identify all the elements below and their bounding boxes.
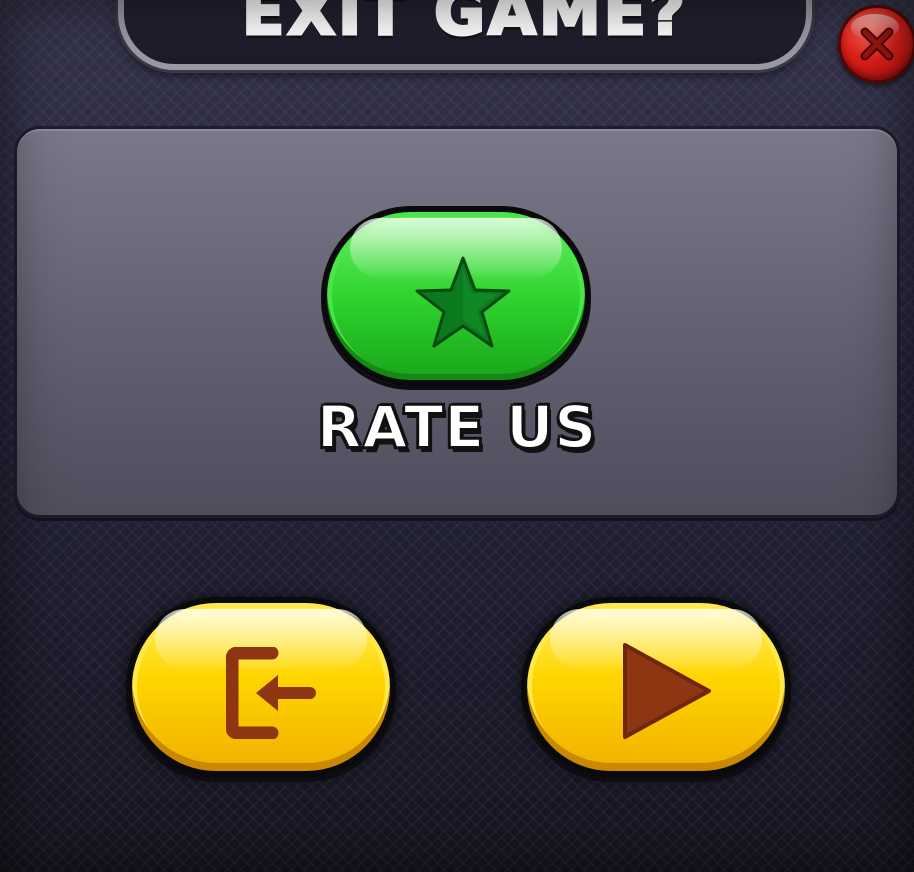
rate-us-button[interactable] xyxy=(321,206,591,386)
close-x-icon xyxy=(860,27,894,61)
exit-button[interactable] xyxy=(126,597,396,777)
close-button[interactable] xyxy=(838,5,914,83)
exit-game-dialog: EXIT GAME? RATE US xyxy=(0,0,914,872)
star-icon xyxy=(415,256,511,348)
play-button[interactable] xyxy=(521,597,791,777)
title-banner: EXIT GAME? xyxy=(118,0,812,70)
exit-door-icon xyxy=(226,647,316,739)
dialog-title: EXIT GAME? xyxy=(241,0,688,49)
rate-us-label: RATE US xyxy=(316,393,598,461)
play-icon xyxy=(623,643,711,739)
